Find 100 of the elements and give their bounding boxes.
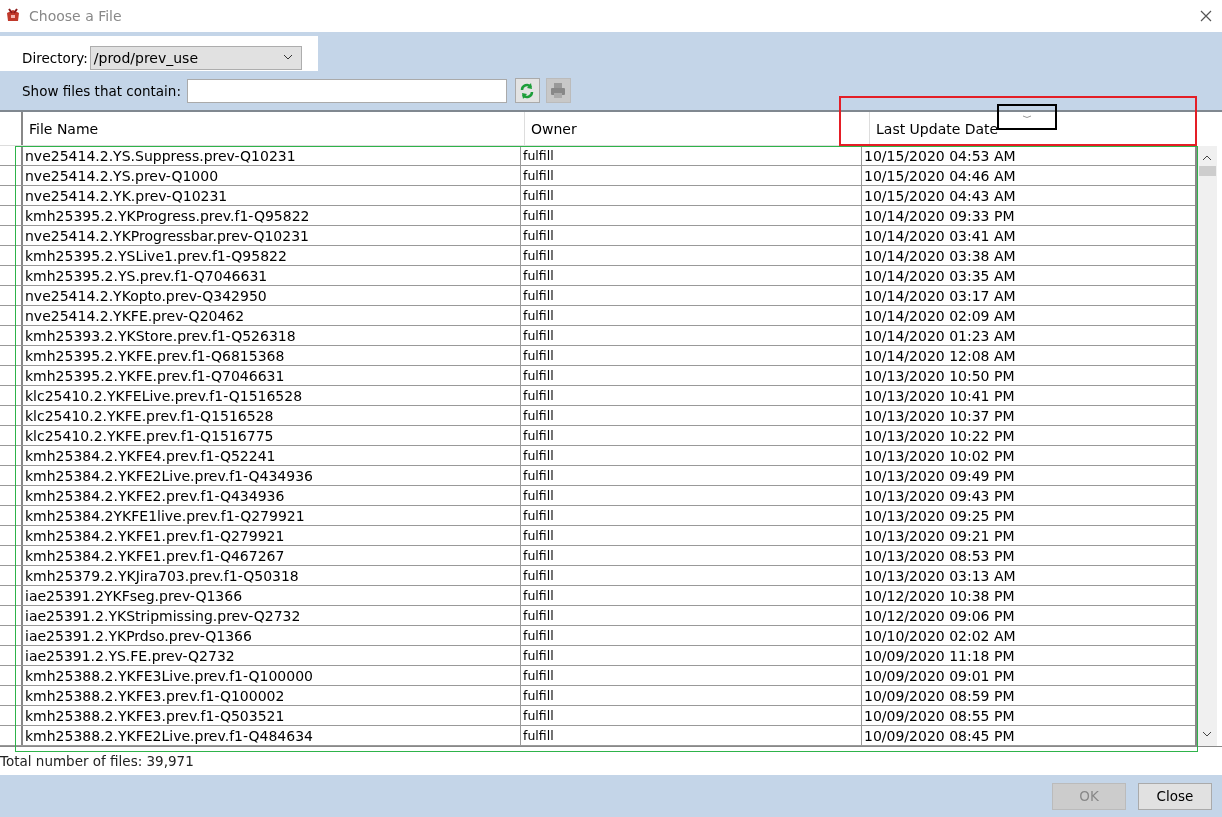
table-cell: nve25414.2.YS.Suppress.prev-Q10231	[23, 146, 521, 165]
table-cell: fulfill	[521, 166, 862, 185]
table-cell: nve25414.2.YK.prev-Q10231	[23, 186, 521, 205]
table-cell: fulfill	[521, 306, 862, 325]
table-cell: fulfill	[521, 246, 862, 265]
column-header[interactable]: Last Update Date	[870, 112, 1195, 145]
table-cell-text: 10/09/2020 08:55 PM	[863, 706, 1016, 725]
refresh-button[interactable]	[514, 78, 540, 103]
table-cell: fulfill	[521, 466, 862, 485]
table-cell-text: 10/13/2020 08:53 PM	[863, 546, 1016, 565]
table-cell: fulfill	[521, 426, 862, 445]
file-count: Total number of files: 39,971	[0, 752, 195, 771]
table-cell-text: 10/13/2020 10:22 PM	[863, 426, 1016, 445]
table-cell-text: 10/12/2020 09:06 PM	[863, 606, 1016, 625]
table-cell: kmh25395.2.YKFE.prev.f1-Q7046631	[23, 366, 521, 385]
column-header[interactable]: File Name	[23, 112, 525, 145]
table-cell-text: 10/15/2020 04:43 AM	[863, 186, 1017, 205]
table-cell-text: 10/14/2020 03:41 AM	[863, 226, 1017, 245]
table-cell: fulfill	[521, 206, 862, 225]
table-cell-text: 10/13/2020 09:21 PM	[863, 526, 1016, 545]
table-cell: fulfill	[521, 626, 862, 645]
table-cell: nve25414.2.YKopto.prev-Q342950	[23, 286, 521, 305]
caret-icon	[282, 54, 293, 61]
table-cell: fulfill	[521, 606, 862, 625]
table-cell: fulfill	[521, 346, 862, 365]
printer-icon	[549, 81, 568, 100]
table-cell-text: 10/09/2020 11:18 PM	[863, 646, 1016, 665]
table-cell: kmh25395.2.YS.prev.f1-Q7046631	[23, 266, 521, 285]
table-cell: fulfill	[521, 366, 862, 385]
table-cell: fulfill	[521, 286, 862, 305]
table-cell: klc25410.2.YKFE.prev.f1-Q1516528	[23, 406, 521, 425]
directory-dropdown[interactable]: /prod/prev_use	[89, 45, 302, 70]
table-cell: kmh25395.2.YKProgress.prev.f1-Q95822	[23, 206, 521, 225]
table-cell: fulfill	[521, 506, 862, 525]
table-cell: iae25391.2.YKPrdso.prev-Q1366	[23, 626, 521, 645]
table-cell-text: 10/14/2020 09:33 PM	[863, 206, 1016, 225]
directory-label: Directory:	[22, 49, 88, 66]
table-cell-text: 10/15/2020 04:53 AM	[863, 146, 1017, 165]
scroll-up-icon[interactable]	[1202, 154, 1212, 162]
table-cell: kmh25384.2.YKFE4.prev.f1-Q52241	[23, 446, 521, 465]
table-cell: fulfill	[521, 406, 862, 425]
table-cell-text: 10/15/2020 04:46 AM	[863, 166, 1017, 185]
filter-field[interactable]	[186, 78, 507, 103]
table-cell-text: 10/09/2020 08:59 PM	[863, 686, 1016, 705]
table-cell-text: 10/09/2020 09:01 PM	[863, 666, 1016, 685]
table-cell: kmh25384.2.YKFE2Live.prev.f1-Q434936	[23, 466, 521, 485]
table-cell: kmh25393.2.YKStore.prev.f1-Q526318	[23, 326, 521, 345]
table-cell: iae25391.2YKFseg.prev-Q1366	[23, 586, 521, 605]
table-cell-text: 10/13/2020 09:25 PM	[863, 506, 1016, 525]
table-cell: nve25414.2.YKFE.prev-Q20462	[23, 306, 521, 325]
table-cell: fulfill	[521, 386, 862, 405]
table-cell-text: 10/13/2020 03:13 AM	[863, 566, 1017, 585]
table-cell: nve25414.2.YKProgressbar.prev-Q10231	[23, 226, 521, 245]
scrollbar[interactable]	[1197, 146, 1217, 746]
table-cell: fulfill	[521, 226, 862, 245]
table-cell: fulfill	[521, 526, 862, 545]
scroll-down-icon[interactable]	[1202, 730, 1212, 738]
table-cell: nve25414.2.YS.prev-Q1000	[23, 166, 521, 185]
table-cell: fulfill	[521, 266, 862, 285]
table-cell-text: 10/13/2020 10:50 PM	[863, 366, 1016, 385]
table-cell-text: 10/13/2020 10:41 PM	[863, 386, 1016, 405]
table-cell: fulfill	[521, 586, 862, 605]
table-cell: fulfill	[521, 566, 862, 585]
table-cell: fulfill	[521, 646, 862, 665]
table-cell-text: 10/13/2020 10:37 PM	[863, 406, 1016, 425]
table-cell: kmh25388.2.YKFE3Live.prev.f1-Q100000	[23, 666, 521, 685]
table-cell-text: 10/14/2020 03:17 AM	[863, 286, 1017, 305]
table-cell-text: 10/14/2020 01:23 AM	[863, 326, 1017, 345]
table-cell: fulfill	[521, 446, 862, 465]
table-cell: fulfill	[521, 686, 862, 705]
table-cell: fulfill	[521, 726, 862, 745]
table-cell-text: 10/14/2020 03:38 AM	[863, 246, 1017, 265]
table-cell: fulfill	[521, 326, 862, 345]
table-cell-text: 10/13/2020 09:43 PM	[863, 486, 1016, 505]
table-cell: kmh25388.2.YKFE2Live.prev.f1-Q484634	[23, 726, 521, 745]
table-cell: kmh25384.2YKFE1live.prev.f1-Q279921	[23, 506, 521, 525]
table-cell: kmh25379.2.YKJira703.prev.f1-Q50318	[23, 566, 521, 585]
table-cell: kmh25388.2.YKFE3.prev.f1-Q100002	[23, 686, 521, 705]
table-cell: fulfill	[521, 666, 862, 685]
table-cell-text: 10/13/2020 10:02 PM	[863, 446, 1016, 465]
table-cell-text: 10/13/2020 09:49 PM	[863, 466, 1016, 485]
table-cell: kmh25384.2.YKFE1.prev.f1-Q279921	[23, 526, 521, 545]
table-cell: fulfill	[521, 706, 862, 725]
close-icon[interactable]	[1200, 10, 1212, 22]
table-cell: iae25391.2.YKStripmissing.prev-Q2732	[23, 606, 521, 625]
dialog-button[interactable]: Close	[1138, 782, 1212, 810]
table-cell: iae25391.2.YS.FE.prev-Q2732	[23, 646, 521, 665]
table-cell: kmh25384.2.YKFE1.prev.f1-Q467267	[23, 546, 521, 565]
table-cell: fulfill	[521, 146, 862, 165]
table-cell: fulfill	[521, 486, 862, 505]
table-cell-text: 10/10/2020 02:02 AM	[863, 626, 1017, 645]
filter-label: Show files that contain:	[22, 82, 181, 99]
column-header[interactable]: Owner	[525, 112, 870, 145]
scroll-thumb[interactable]	[1198, 166, 1216, 176]
table-cell: kmh25388.2.YKFE3.prev.f1-Q503521	[23, 706, 521, 725]
table-cell: kmh25395.2.YSLive1.prev.f1-Q95822	[23, 246, 521, 265]
table-cell: klc25410.2.YKFELive.prev.f1-Q1516528	[23, 386, 521, 405]
table-cell: fulfill	[521, 186, 862, 205]
window-title: Choose a File	[29, 8, 122, 24]
table-cell-text: 10/14/2020 03:35 AM	[863, 266, 1017, 285]
